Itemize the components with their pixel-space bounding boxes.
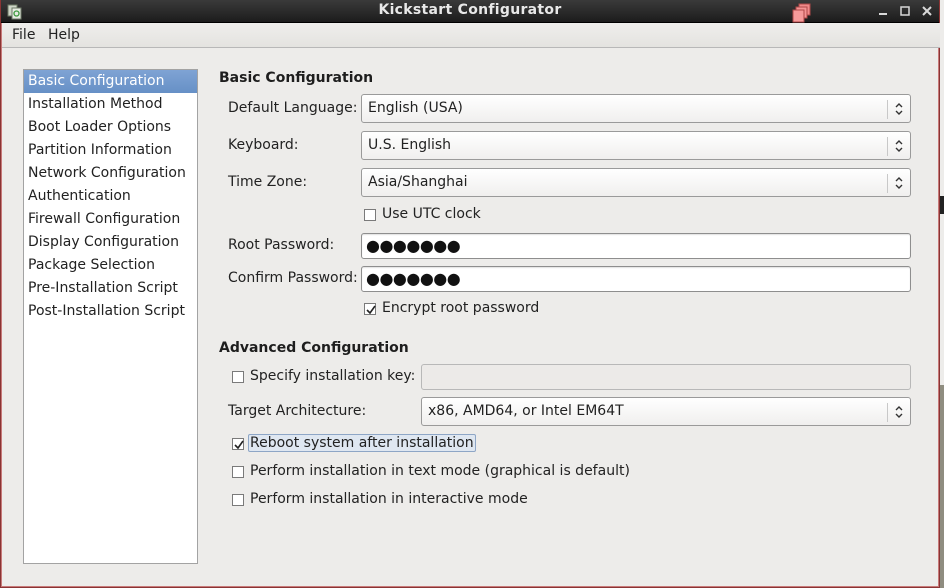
sidebar-item-installation-method[interactable]: Installation Method <box>24 93 197 116</box>
interactive-mode-label[interactable]: Perform installation in interactive mode <box>250 491 528 507</box>
time-zone-value: Asia/Shanghai <box>368 174 468 190</box>
encrypt-password-label[interactable]: Encrypt root password <box>382 300 539 316</box>
minimize-button[interactable] <box>874 3 892 19</box>
confirm-password-field[interactable]: ●●●●●●● <box>361 266 911 292</box>
sidebar-item-basic-configuration[interactable]: Basic Configuration <box>24 70 197 93</box>
default-language-label: Default Language: <box>228 100 358 116</box>
install-key-field[interactable] <box>421 364 911 390</box>
updown-arrow-icon <box>895 177 903 189</box>
stacked-windows-icon <box>792 3 811 23</box>
reboot-label[interactable]: Reboot system after installation <box>248 434 476 452</box>
section-list: Basic Configuration Installation Method … <box>23 69 198 564</box>
time-zone-label: Time Zone: <box>228 174 308 190</box>
target-architecture-label: Target Architecture: <box>228 403 367 419</box>
minimize-icon <box>879 13 887 15</box>
interactive-mode-checkbox[interactable] <box>232 494 244 506</box>
keyboard-select[interactable]: U.S. English <box>361 131 911 160</box>
updown-arrow-icon <box>895 140 903 152</box>
maximize-button[interactable] <box>896 3 914 19</box>
desktop-wallpaper <box>940 385 944 588</box>
install-key-checkbox[interactable] <box>232 371 244 383</box>
sidebar-item-partition-information[interactable]: Partition Information <box>24 139 197 162</box>
use-utc-label[interactable]: Use UTC clock <box>382 206 481 222</box>
sidebar-item-authentication[interactable]: Authentication <box>24 185 197 208</box>
root-password-label: Root Password: <box>228 237 335 253</box>
maximize-icon <box>900 6 910 16</box>
target-architecture-select[interactable]: x86, AMD64, or Intel EM64T <box>421 397 911 426</box>
close-icon <box>922 6 932 16</box>
reboot-checkbox[interactable] <box>232 438 244 450</box>
updown-arrow-icon <box>895 406 903 418</box>
title-bar[interactable]: Kickstart Configurator <box>1 0 939 23</box>
checkmark-icon <box>234 440 244 450</box>
time-zone-select[interactable]: Asia/Shanghai <box>361 168 911 197</box>
checkmark-icon <box>366 305 376 315</box>
sidebar-item-post-installation-script[interactable]: Post-Installation Script <box>24 300 197 323</box>
default-language-value: English (USA) <box>368 100 463 116</box>
target-architecture-value: x86, AMD64, or Intel EM64T <box>428 403 624 419</box>
sidebar-item-pre-installation-script[interactable]: Pre-Installation Script <box>24 277 197 300</box>
menu-bar: File Help <box>2 23 940 48</box>
keyboard-label: Keyboard: <box>228 137 299 153</box>
sidebar-item-package-selection[interactable]: Package Selection <box>24 254 197 277</box>
confirm-password-value: ●●●●●●● <box>366 269 461 288</box>
sidebar-item-firewall-configuration[interactable]: Firewall Configuration <box>24 208 197 231</box>
menu-file[interactable]: File <box>12 27 35 43</box>
sidebar-item-display-configuration[interactable]: Display Configuration <box>24 231 197 254</box>
confirm-password-label: Confirm Password: <box>228 270 358 286</box>
root-password-value: ●●●●●●● <box>366 236 461 255</box>
close-button[interactable] <box>918 3 936 19</box>
encrypt-password-checkbox[interactable] <box>364 303 376 315</box>
text-mode-label[interactable]: Perform installation in text mode (graph… <box>250 463 630 479</box>
install-key-label[interactable]: Specify installation key: <box>250 368 415 384</box>
sidebar-item-network-configuration[interactable]: Network Configuration <box>24 162 197 185</box>
desktop-background-element <box>940 196 944 214</box>
root-password-field[interactable]: ●●●●●●● <box>361 233 911 259</box>
updown-arrow-icon <box>895 103 903 115</box>
advanced-configuration-heading: Advanced Configuration <box>219 340 409 356</box>
basic-configuration-heading: Basic Configuration <box>219 70 374 86</box>
text-mode-checkbox[interactable] <box>232 466 244 478</box>
keyboard-value: U.S. English <box>368 137 452 153</box>
menu-help[interactable]: Help <box>48 27 80 43</box>
kickstart-window: Kickstart Configurator File Help Basic C… <box>0 0 940 588</box>
sidebar-item-boot-loader-options[interactable]: Boot Loader Options <box>24 116 197 139</box>
use-utc-checkbox[interactable] <box>364 209 376 221</box>
default-language-select[interactable]: English (USA) <box>361 94 911 123</box>
